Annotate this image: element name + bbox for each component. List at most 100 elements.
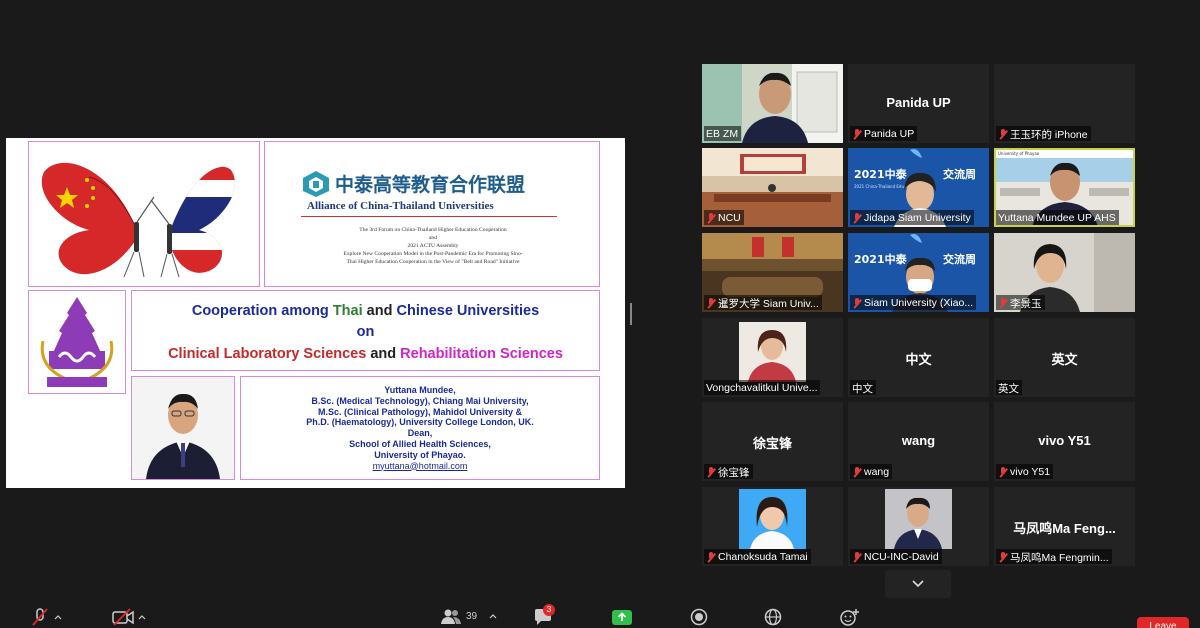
emoji-plus-icon — [840, 609, 859, 626]
split-view-resize-handle[interactable] — [630, 303, 632, 325]
participant-name-label: Jidapa Siam University — [850, 210, 974, 225]
bio-line: Dean, — [407, 428, 433, 439]
bio-line: University of Phayao. — [374, 449, 466, 460]
participant-tile[interactable]: 徐宝锋 徐宝锋 — [702, 402, 843, 481]
microphone-muted-icon — [852, 551, 862, 563]
record-button[interactable] — [690, 608, 708, 626]
participant-tile[interactable]: Chanoksuda Tamai — [702, 487, 843, 566]
microphone-muted-icon — [706, 551, 716, 563]
participant-name: 王玉环的 iPhone — [1010, 128, 1088, 141]
leave-meeting-button[interactable]: Leave — [1137, 617, 1189, 628]
chevron-up-icon[interactable] — [489, 613, 497, 619]
presenter-portrait — [132, 377, 234, 479]
mute-button[interactable] — [30, 608, 62, 626]
forum-line: Explore New Cooperation Model in the Pos… — [343, 251, 523, 257]
participant-name-label: NCU-INC-David — [850, 549, 942, 564]
microphone-muted-icon — [998, 128, 1008, 140]
chat-button[interactable]: 3 — [533, 604, 555, 626]
participant-name: 中文 — [852, 382, 873, 395]
chevron-up-icon[interactable] — [54, 614, 62, 620]
svg-text:University of Phayao: University of Phayao — [998, 151, 1040, 156]
participant-display-name: vivo Y51 — [1038, 433, 1091, 448]
participant-tile[interactable]: University of Phayao Yuttana Mundee UP AH… — [994, 148, 1135, 227]
title-text: Rehabilitation Sciences — [400, 346, 563, 362]
start-video-button[interactable] — [112, 608, 146, 626]
participant-name: 英文 — [998, 382, 1019, 395]
title-text: Cooperation among — [191, 303, 333, 319]
title-text: Chinese Universities — [396, 303, 540, 319]
reactions-button[interactable] — [840, 608, 860, 626]
forum-line: Thai Higher Education Cooperation in the… — [346, 259, 520, 265]
title-line-1: Cooperation among Thai and Chinese Unive… — [132, 303, 599, 319]
title-text: Clinical Laboratory Sciences — [168, 346, 367, 362]
participant-tile[interactable]: Vongchavalitkul Unive... — [702, 318, 843, 397]
participants-button[interactable]: 39 — [440, 608, 497, 624]
university-logo — [28, 290, 126, 394]
participant-tile[interactable]: NCU-INC-David — [848, 487, 989, 566]
alliance-chinese-name: 中泰高等教育合作联盟 — [335, 174, 526, 196]
title-text: and — [366, 346, 401, 362]
share-screen-button[interactable] — [611, 608, 633, 626]
participant-tile[interactable]: NCU — [702, 148, 843, 227]
microphone-muted-icon — [998, 551, 1008, 563]
participant-tile[interactable]: 马凤鸣Ma Feng... 马凤鸣Ma Fengmin... — [994, 487, 1135, 566]
gallery-next-page-button[interactable] — [885, 570, 951, 598]
participant-tile[interactable]: wang wang — [848, 402, 989, 481]
participant-tile[interactable]: 2021中泰 交流周 Siam University (Xiao... — [848, 233, 989, 312]
forum-line: The 3rd Forum on China-Thailand Higher E… — [359, 227, 507, 233]
participant-tile[interactable]: 中文 中文 — [848, 318, 989, 397]
title-line-3: Clinical Laboratory Sciences and Rehabil… — [132, 346, 599, 362]
participant-tile[interactable]: 2021中泰 交流周 2021 China-Thailand Education W… — [848, 148, 989, 227]
meeting-toolbar: 39 3 Leave — [0, 602, 1200, 628]
participant-name-label: 徐宝锋 — [704, 464, 753, 479]
participant-display-name: Panida UP — [886, 95, 951, 110]
presenter-photo — [131, 376, 235, 480]
participant-name: vivo Y51 — [1010, 466, 1051, 478]
university-of-phayao-logo-icon — [40, 297, 114, 387]
participant-tile[interactable]: 李景玉 — [994, 233, 1135, 312]
video-camera-off-icon — [112, 608, 134, 626]
bio-line: B.Sc. (Medical Technology), Chiang Mai U… — [311, 395, 529, 406]
participant-display-name: 徐宝锋 — [752, 436, 792, 451]
presentation-title: Cooperation among Thai and Chinese Unive… — [131, 290, 600, 371]
participant-name: Yuttana Mundee UP AHS — [998, 212, 1116, 224]
participant-tile[interactable]: 王玉环的 iPhone — [994, 64, 1135, 143]
globe-icon — [764, 608, 782, 626]
svg-text:2021中泰: 2021中泰 — [854, 252, 908, 266]
participants-count: 39 — [466, 610, 478, 622]
forum-line: and — [428, 235, 438, 241]
participant-tile[interactable]: vivo Y51 vivo Y51 — [994, 402, 1135, 481]
participant-tile[interactable]: EB ZM — [702, 64, 843, 143]
microphone-muted-icon — [852, 297, 862, 309]
bio-line: Yuttana Mundee, — [384, 385, 456, 395]
bio-text: Yuttana Mundee, B.Sc. (Medical Technolog… — [241, 385, 599, 471]
participant-name-label: EB ZM — [704, 126, 742, 141]
participant-name-label: Vongchavalitkul Unive... — [704, 380, 821, 395]
participant-name-label: NCU — [704, 210, 744, 225]
participant-name: Siam University (Xiao... — [864, 297, 974, 309]
participant-tile[interactable]: 英文 英文 — [994, 318, 1135, 397]
participant-tile[interactable]: Panida UP Panida UP — [848, 64, 989, 143]
chevron-up-icon[interactable] — [138, 614, 146, 620]
title-line-2: on — [356, 324, 375, 340]
participant-name: NCU — [718, 212, 741, 224]
participant-name: Vongchavalitkul Unive... — [706, 382, 818, 394]
participant-display-name: 马凤鸣Ma Feng... — [1013, 521, 1116, 536]
butterfly-flags-illustration — [41, 162, 235, 278]
participant-display-name: 中文 — [905, 352, 932, 367]
participant-name-label: 中文 — [850, 380, 876, 395]
participant-name: NCU-INC-David — [864, 551, 939, 563]
alliance-logo-icon — [303, 171, 329, 197]
forum-description: The 3rd Forum on China-Thailand Higher E… — [285, 226, 581, 266]
microphone-muted-icon — [998, 297, 1008, 309]
interpretation-button[interactable] — [764, 608, 782, 626]
participant-name-label: wang — [850, 464, 893, 479]
participant-tile[interactable]: 暹罗大学 Siam Univ... — [702, 233, 843, 312]
participant-name-label: Siam University (Xiao... — [850, 295, 977, 310]
participant-name: Chanoksuda Tamai — [718, 551, 808, 563]
participant-name: wang — [864, 466, 890, 478]
svg-text:交流周: 交流周 — [943, 252, 976, 266]
presenter-email-link[interactable]: myuttana@hotmail.com — [241, 461, 599, 472]
microphone-muted-icon — [998, 466, 1008, 478]
shared-screen-slide: 中泰高等教育合作联盟 Alliance of China-Thailand Un… — [6, 138, 625, 488]
